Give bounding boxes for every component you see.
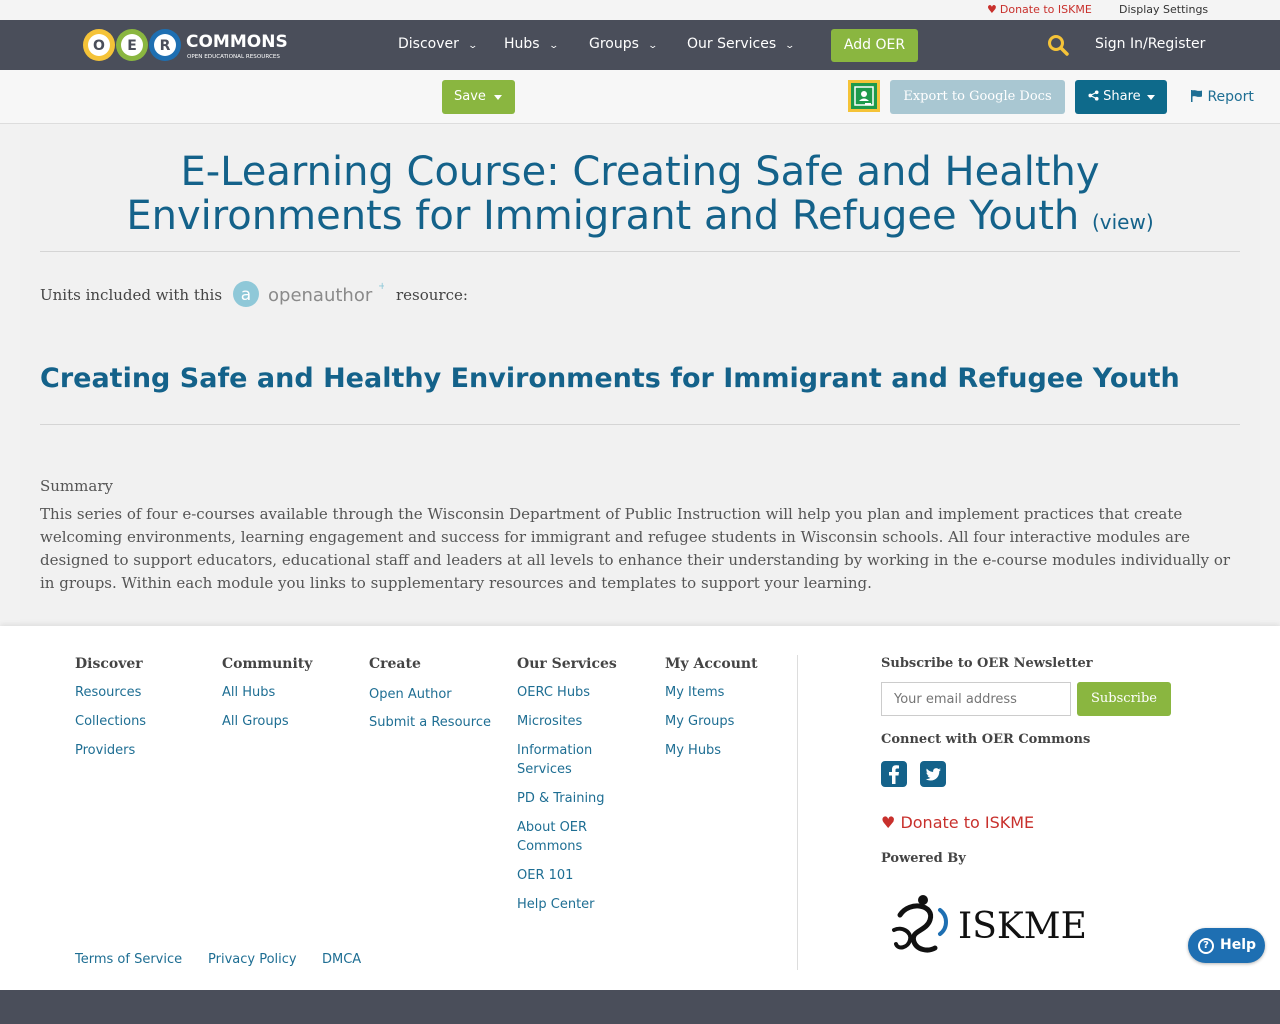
footer-heading-community: Community [222,656,313,672]
save-button[interactable]: Save [442,80,515,114]
newsletter-email-input[interactable] [881,682,1071,716]
footer-heading-our-services: Our Services [517,656,617,672]
footer-link-all-hubs[interactable]: All Hubs [222,683,275,702]
chevron-down-icon: ⌄ [467,41,478,51]
nav-groups[interactable]: Groups ⌄ [589,36,658,52]
nav-hubs[interactable]: Hubs ⌄ [504,36,559,52]
footer-heading-discover: Discover [75,656,143,672]
nav-groups-label: Groups [589,36,639,52]
logo-letter-r: R [160,38,171,54]
oer-commons-logo[interactable]: O E R COMMONS OPEN EDUCATIONAL RESOURCES [82,25,287,65]
footer-link-my-groups[interactable]: My Groups [665,712,734,731]
page-title: E-Learning Course: Creating Safe and Hea… [40,150,1240,244]
connect-heading: Connect with OER Commons [881,732,1091,747]
caret-down-icon [494,95,502,100]
footer-link-my-hubs[interactable]: My Hubs [665,741,721,760]
resource-label: resource: [396,286,468,304]
donate-label: Donate to ISKME [999,3,1092,16]
footer-link-resources[interactable]: Resources [75,683,141,702]
footer-link-about[interactable]: About OER Commons [517,818,597,856]
unit-title-link[interactable]: Creating Safe and Healthy Environments f… [40,363,1180,394]
summary-text: This series of four e-courses available … [40,505,1231,592]
nav-our-services[interactable]: Our Services ⌄ [687,36,796,52]
subscribe-button[interactable]: Subscribe [1077,682,1171,716]
svg-text:a: a [241,285,251,305]
resource-toolbar: Save Export to Google Docs Share Report [0,70,1280,124]
footer-donate-label: Donate to ISKME [900,813,1035,832]
logo-tagline: OPEN EDUCATIONAL RESOURCES [187,54,280,60]
share-button[interactable]: Share [1075,80,1167,114]
open-author-wordmark: openauthor [268,285,373,306]
bottom-bar [0,990,1280,1024]
twitter-icon[interactable] [920,761,946,787]
powered-by-label: Powered By [881,851,966,866]
title-text: E-Learning Course: Creating Safe and Hea… [126,149,1100,239]
facebook-icon[interactable] [881,761,907,787]
iskme-logo[interactable]: ISKME [890,890,1090,960]
display-settings-link[interactable]: Display Settings [1119,3,1208,16]
view-link[interactable]: (view) [1092,210,1154,234]
open-author-logo: a openauthor + [233,281,384,307]
chevron-down-icon: ⌄ [548,41,559,51]
dmca-link[interactable]: DMCA [322,950,361,969]
units-included-label: Units included with this [40,286,223,304]
footer-link-providers[interactable]: Providers [75,741,135,760]
share-icon [1088,90,1099,101]
chevron-down-icon: ⌄ [784,41,796,51]
newsletter-heading: Subscribe to OER Newsletter [881,656,1093,671]
footer-link-all-groups[interactable]: All Groups [222,712,289,731]
footer-link-pd-training[interactable]: PD & Training [517,789,605,808]
nav-hubs-label: Hubs [504,36,540,52]
footer-heading-my-account: My Account [665,656,758,672]
summary-heading: Summary [40,477,113,495]
footer-link-oer-101[interactable]: OER 101 [517,866,573,885]
footer-link-open-author[interactable]: Open Author [369,685,452,704]
footer-link-my-items[interactable]: My Items [665,683,724,702]
share-label: Share [1103,89,1141,104]
add-oer-button[interactable]: Add OER [831,29,918,62]
footer-link-submit-resource[interactable]: Submit a Resource [369,713,491,732]
main-navbar: O E R COMMONS OPEN EDUCATIONAL RESOURCES… [0,20,1280,70]
terms-of-service-link[interactable]: Terms of Service [75,950,182,969]
logo-letter-o: O [93,38,105,54]
iskme-wordmark: ISKME [958,906,1087,947]
chevron-down-icon: ⌄ [647,41,658,51]
footer-link-help-center[interactable]: Help Center [517,895,595,914]
logo-word: COMMONS [186,32,287,52]
help-label: Help [1220,937,1257,953]
footer-link-microsites[interactable]: Microsites [517,712,582,731]
question-icon: ? [1198,938,1214,954]
export-google-docs-button[interactable]: Export to Google Docs [890,80,1065,114]
svg-text:+: + [378,281,384,292]
footer-heading-create: Create [369,656,421,672]
google-classroom-icon[interactable] [848,80,880,112]
footer-link-information-services[interactable]: Information Services [517,741,607,779]
footer-link-oerc-hubs[interactable]: OERC Hubs [517,683,590,702]
help-button[interactable]: ? Help [1188,928,1265,963]
heart-icon: ♥ [987,3,997,16]
divider [40,251,1240,252]
sign-in-register-link[interactable]: Sign In/Register [1095,36,1205,52]
utility-bar: ♥ Donate to ISKME Display Settings [0,0,1280,20]
search-icon[interactable] [1046,33,1070,57]
nav-discover[interactable]: Discover ⌄ [398,36,478,52]
donate-link[interactable]: ♥ Donate to ISKME [987,3,1092,16]
nav-our-services-label: Our Services [687,36,777,52]
report-link[interactable]: Report [1190,89,1254,105]
report-label: Report [1207,89,1254,105]
flag-icon [1191,90,1202,102]
footer-divider [797,655,798,970]
footer-donate-link[interactable]: ♥ Donate to ISKME [881,813,1034,832]
nav-discover-label: Discover [398,36,459,52]
caret-down-icon [1147,95,1155,100]
heart-icon: ♥ [881,813,896,832]
footer-link-collections[interactable]: Collections [75,712,146,731]
privacy-policy-link[interactable]: Privacy Policy [208,950,297,969]
divider [40,424,1240,425]
save-label: Save [454,89,486,104]
logo-letter-e: E [127,38,137,54]
